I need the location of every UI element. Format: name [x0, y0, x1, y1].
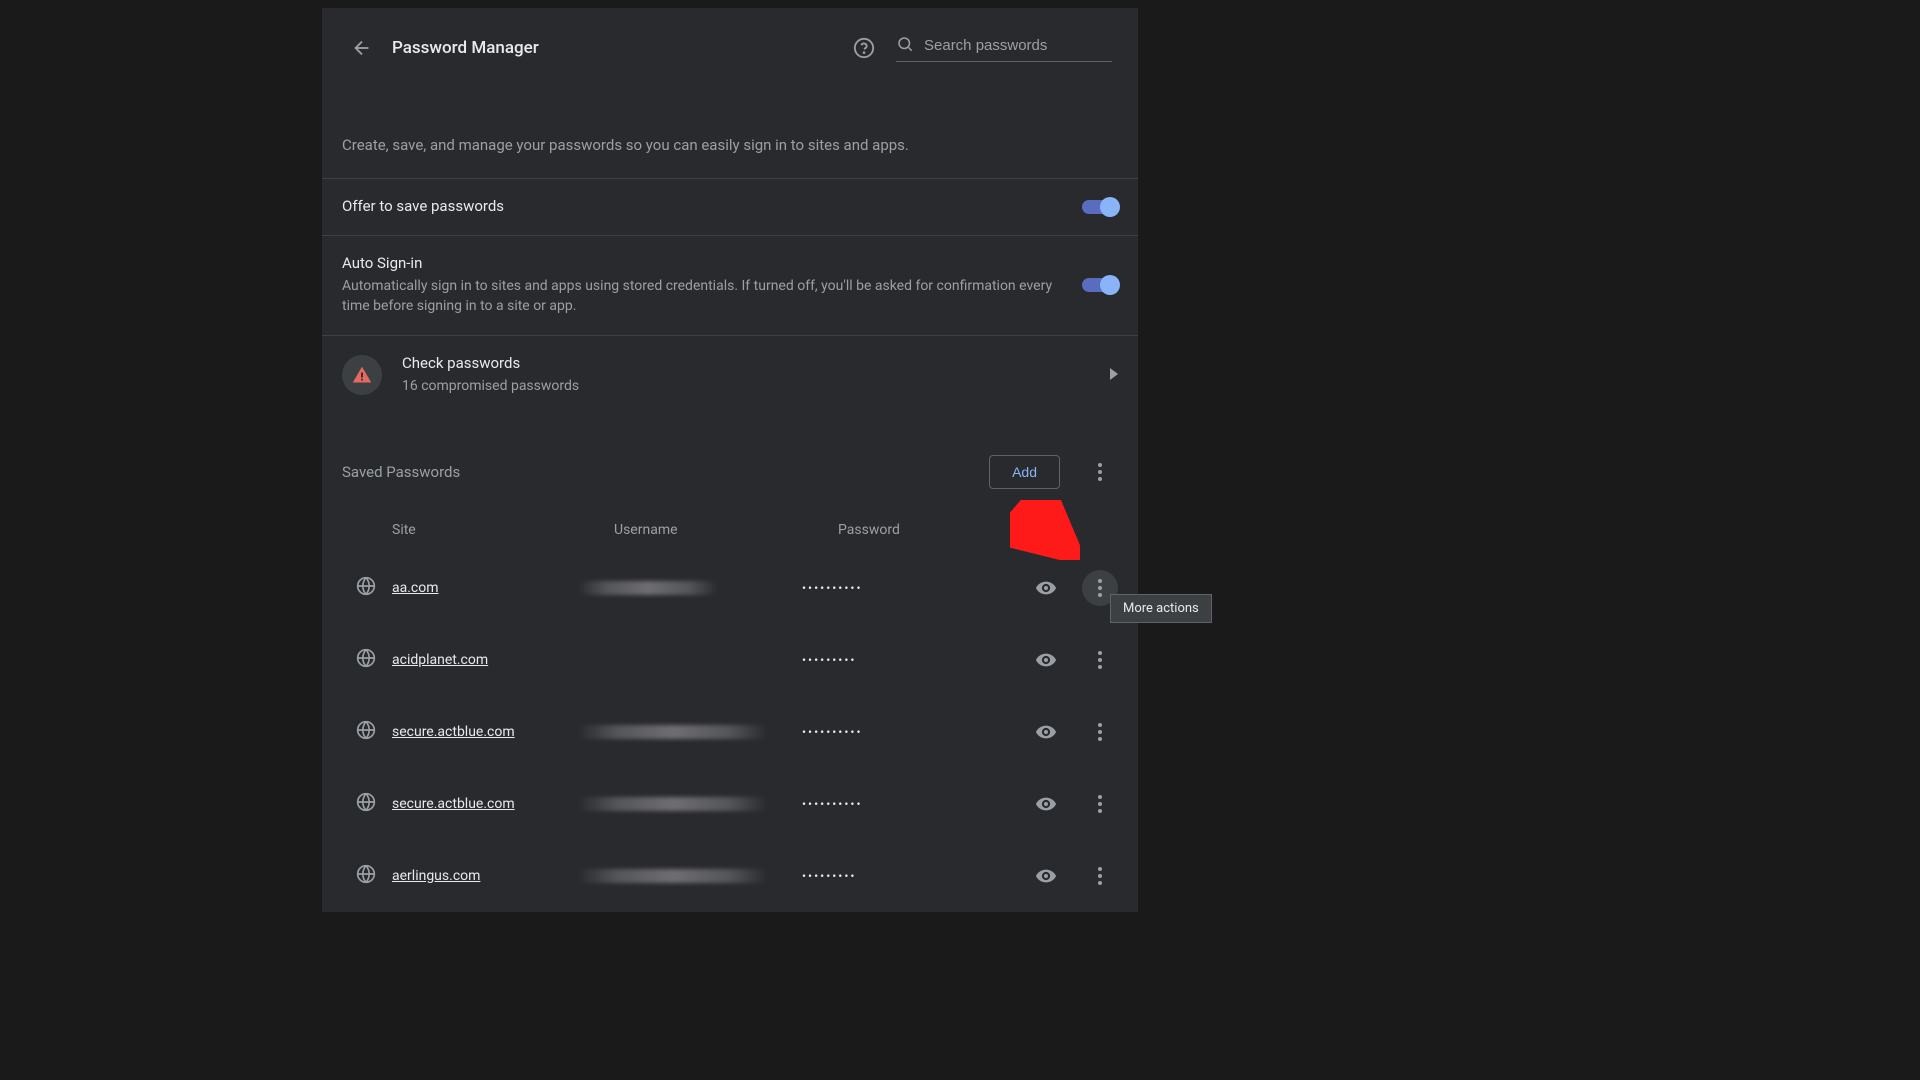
password-cell: •••••••••	[802, 869, 1028, 883]
globe-icon	[356, 576, 376, 600]
site-link[interactable]: secure.actblue.com	[392, 796, 515, 812]
password-row: acidplanet.com •••••••••	[322, 624, 1138, 696]
more-vert-icon	[1098, 579, 1102, 597]
password-row: secure.actblue.com ••••••••••	[322, 768, 1138, 840]
more-vert-icon	[1098, 651, 1102, 669]
row-menu-button[interactable]	[1082, 786, 1118, 822]
eye-icon	[1035, 721, 1057, 743]
auto-signin-toggle[interactable]	[1082, 278, 1118, 292]
add-button[interactable]: Add	[989, 455, 1060, 489]
globe-icon	[356, 864, 376, 888]
auto-signin-label: Auto Sign-in	[342, 254, 1082, 272]
redacted-username	[578, 725, 768, 739]
show-password-button[interactable]	[1028, 714, 1064, 750]
back-button[interactable]	[344, 30, 380, 66]
col-pass: Password	[838, 522, 1118, 538]
username-cell	[578, 797, 802, 811]
show-password-button[interactable]	[1028, 570, 1064, 606]
site-cell: secure.actblue.com	[356, 792, 578, 816]
globe-icon	[356, 720, 376, 744]
tooltip-more-actions: More actions	[1110, 594, 1212, 623]
password-row: secure.actblue.com ••••••••••	[322, 696, 1138, 768]
password-cell: •••••••••	[802, 653, 1028, 667]
more-vert-icon	[1098, 463, 1102, 481]
search-field[interactable]	[896, 35, 1112, 62]
col-user: Username	[614, 522, 838, 538]
site-link[interactable]: secure.actblue.com	[392, 724, 515, 740]
col-site: Site	[392, 522, 614, 538]
redacted-username	[578, 581, 718, 595]
row-menu-button[interactable]	[1082, 642, 1118, 678]
check-passwords-row[interactable]: Check passwords 16 compromised passwords	[322, 335, 1138, 414]
eye-icon	[1035, 649, 1057, 671]
header: Password Manager	[322, 8, 1138, 88]
check-title: Check passwords	[402, 354, 1110, 372]
offer-save-row: Offer to save passwords	[322, 178, 1138, 235]
search-input[interactable]	[924, 37, 1112, 54]
page-title: Password Manager	[392, 38, 846, 58]
check-sub: 16 compromised passwords	[402, 376, 1110, 396]
password-cell: ••••••••••	[802, 725, 1028, 739]
username-cell	[578, 581, 802, 595]
warning-badge	[342, 355, 382, 395]
password-cell: ••••••••••	[802, 797, 1028, 811]
show-password-button[interactable]	[1028, 642, 1064, 678]
row-menu-button[interactable]	[1082, 858, 1118, 894]
site-cell: aerlingus.com	[356, 864, 578, 888]
arrow-left-icon	[351, 37, 373, 59]
auto-signin-sub: Automatically sign in to sites and apps …	[342, 276, 1082, 317]
saved-passwords-header: Saved Passwords Add	[322, 414, 1138, 498]
more-vert-icon	[1098, 795, 1102, 813]
globe-icon	[356, 792, 376, 816]
show-password-button[interactable]	[1028, 858, 1064, 894]
section-menu-button[interactable]	[1082, 454, 1118, 490]
help-icon	[853, 37, 875, 59]
username-cell	[578, 869, 802, 883]
row-menu-button[interactable]	[1082, 714, 1118, 750]
globe-icon	[356, 648, 376, 672]
username-cell	[578, 725, 802, 739]
search-icon	[896, 35, 914, 57]
saved-passwords-label: Saved Passwords	[342, 463, 989, 481]
site-cell: aa.com	[356, 576, 578, 600]
page-description: Create, save, and manage your passwords …	[322, 136, 1138, 178]
site-link[interactable]: acidplanet.com	[392, 652, 488, 668]
eye-icon	[1035, 793, 1057, 815]
site-link[interactable]: aa.com	[392, 580, 439, 596]
site-link[interactable]: aerlingus.com	[392, 868, 480, 884]
auto-signin-row: Auto Sign-in Automatically sign in to si…	[322, 235, 1138, 335]
offer-save-label: Offer to save passwords	[342, 197, 1082, 215]
eye-icon	[1035, 865, 1057, 887]
show-password-button[interactable]	[1028, 786, 1064, 822]
password-cell: ••••••••••	[802, 581, 1028, 595]
more-vert-icon	[1098, 723, 1102, 741]
table-header: Site Username Password	[322, 498, 1138, 552]
settings-panel: Password Manager Create, save, and manag…	[322, 8, 1138, 912]
offer-save-toggle[interactable]	[1082, 200, 1118, 214]
redacted-username	[578, 869, 768, 883]
help-button[interactable]	[846, 30, 882, 66]
redacted-username	[578, 797, 768, 811]
more-vert-icon	[1098, 867, 1102, 885]
site-cell: secure.actblue.com	[356, 720, 578, 744]
warning-icon	[352, 365, 372, 385]
chevron-right-icon	[1110, 365, 1118, 384]
eye-icon	[1035, 577, 1057, 599]
password-row: aerlingus.com •••••••••	[322, 840, 1138, 912]
password-row: aa.com ••••••••••	[322, 552, 1138, 624]
site-cell: acidplanet.com	[356, 648, 578, 672]
